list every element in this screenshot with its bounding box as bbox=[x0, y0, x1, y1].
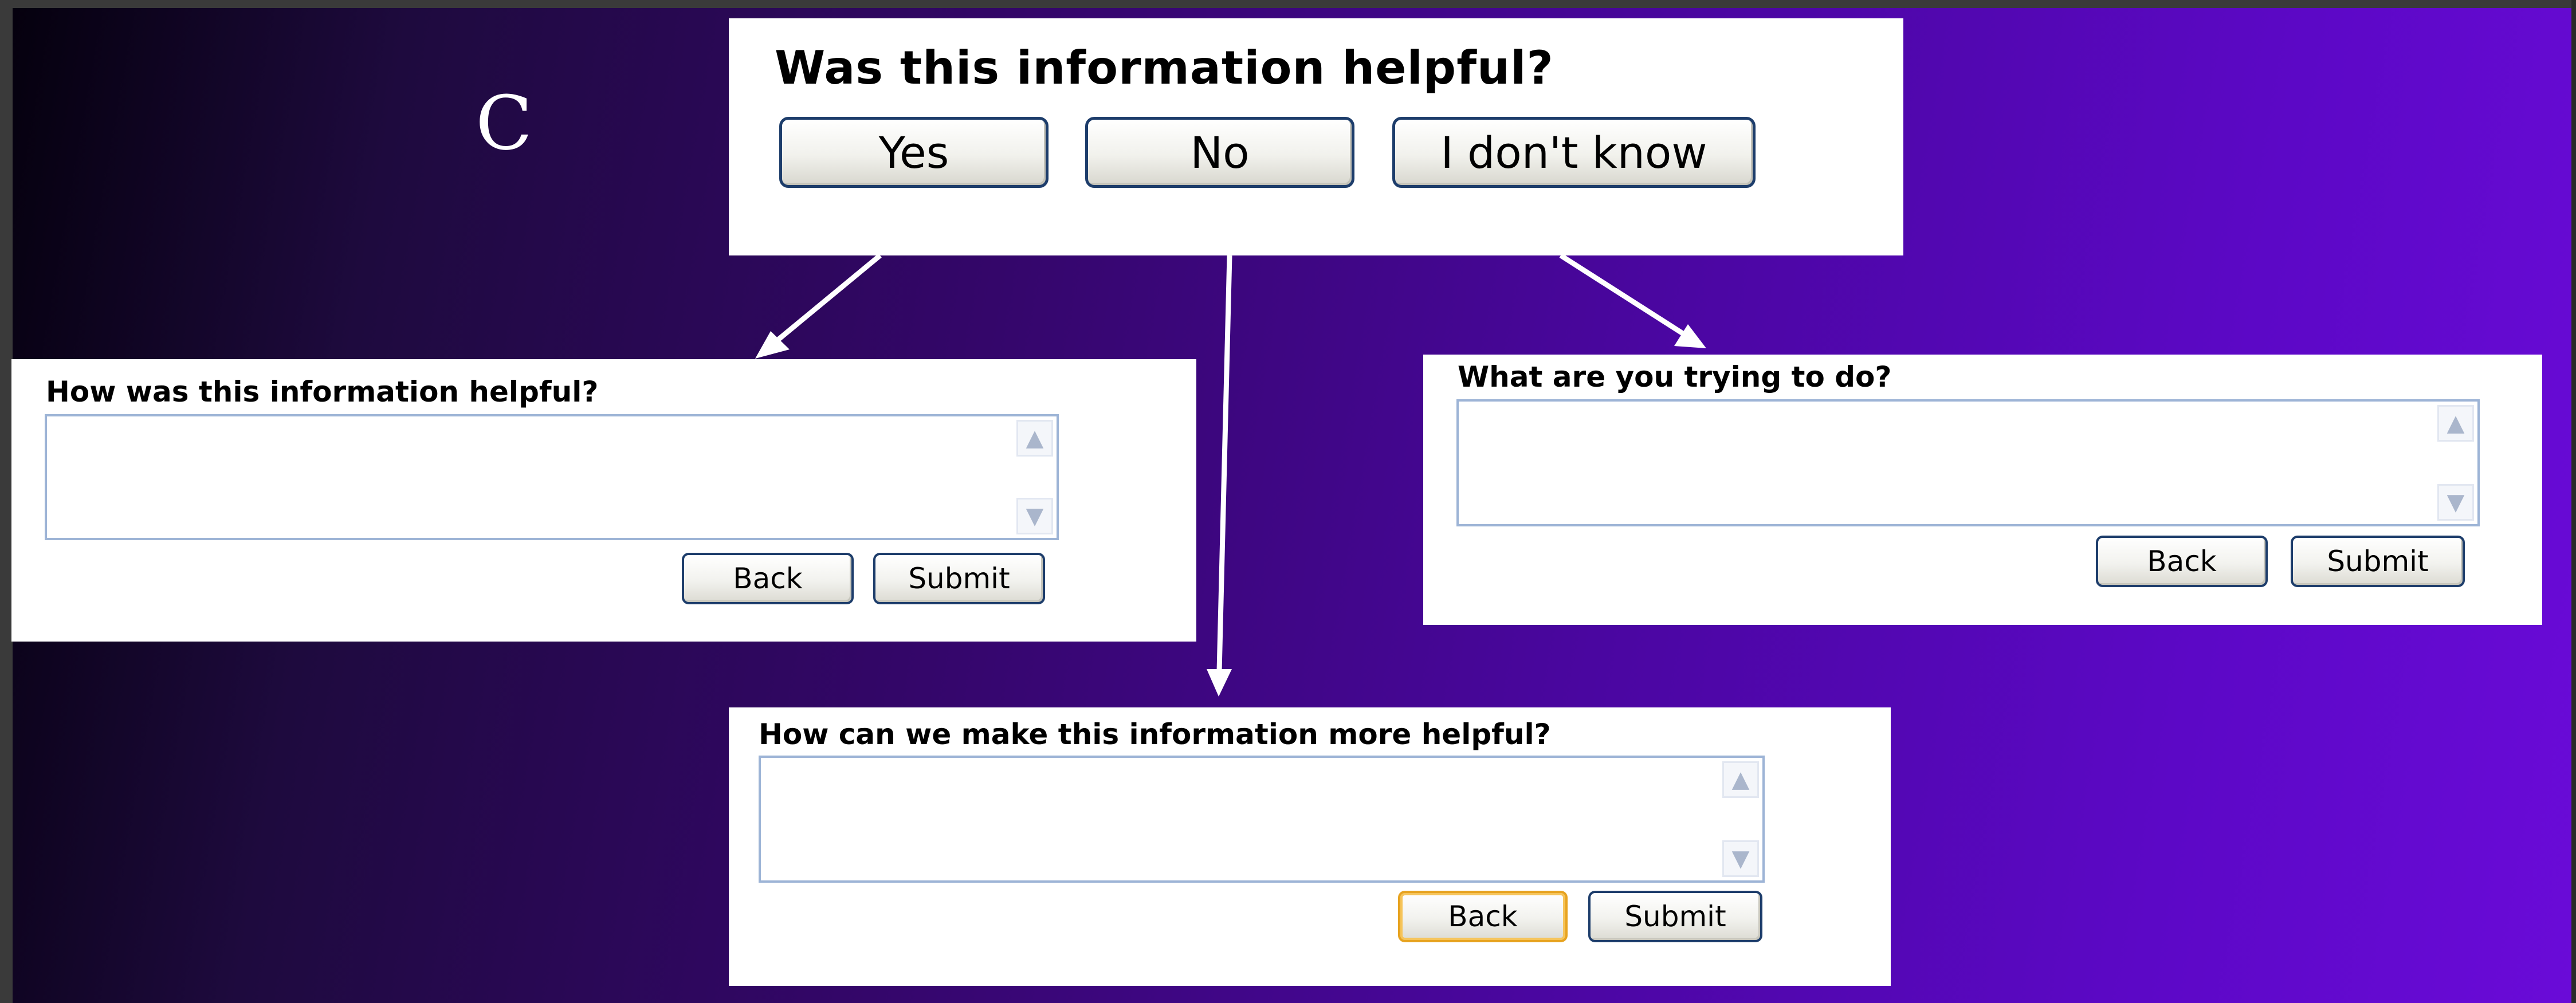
scroll-up-arrow-icon[interactable]: ▲ bbox=[1722, 761, 1759, 798]
no-followup-panel: How can we make this information more he… bbox=[729, 707, 1891, 986]
no-followup-prompt: How can we make this information more he… bbox=[759, 718, 1551, 751]
flow-arrow-icon bbox=[1674, 324, 1706, 348]
textarea-scrollbar[interactable]: ▲ ▼ bbox=[2437, 405, 2474, 521]
yes-followup-textarea[interactable]: ▲ ▼ bbox=[45, 414, 1059, 540]
idk-followup-prompt: What are you trying to do? bbox=[1458, 360, 1892, 394]
scroll-down-arrow-icon[interactable]: ▼ bbox=[1016, 498, 1053, 534]
yes-button[interactable]: Yes bbox=[779, 117, 1049, 188]
no-followup-textarea[interactable]: ▲ ▼ bbox=[759, 756, 1765, 883]
idk-back-button[interactable]: Back bbox=[2096, 536, 2268, 587]
idk-followup-panel: What are you trying to do? ▲ ▼ Back Subm… bbox=[1423, 355, 2542, 625]
yes-back-button[interactable]: Back bbox=[682, 553, 854, 604]
i-dont-know-button[interactable]: I don't know bbox=[1392, 117, 1756, 188]
scroll-up-arrow-icon[interactable]: ▲ bbox=[1016, 420, 1053, 457]
frame-right-edge bbox=[2571, 0, 2576, 1003]
feedback-question-panel: Was this information helpful? Yes No I d… bbox=[729, 18, 1903, 255]
idk-followup-textarea[interactable]: ▲ ▼ bbox=[1456, 399, 2480, 526]
scroll-down-arrow-icon[interactable]: ▼ bbox=[1722, 840, 1759, 877]
scroll-down-arrow-icon[interactable]: ▼ bbox=[2437, 484, 2474, 521]
flow-arrow-icon bbox=[773, 253, 882, 345]
flow-arrow-icon bbox=[1216, 255, 1232, 672]
no-button[interactable]: No bbox=[1085, 117, 1354, 188]
flow-arrow-icon bbox=[755, 331, 790, 359]
idk-submit-button[interactable]: Submit bbox=[2291, 536, 2465, 587]
flow-arrow-icon bbox=[1207, 669, 1232, 697]
flow-arrow-icon bbox=[1559, 253, 1686, 337]
no-submit-button[interactable]: Submit bbox=[1588, 891, 1762, 942]
no-back-button[interactable]: Back bbox=[1398, 891, 1568, 942]
frame-top-edge bbox=[0, 0, 2576, 8]
textarea-scrollbar[interactable]: ▲ ▼ bbox=[1722, 761, 1759, 877]
feedback-question: Was this information helpful? bbox=[775, 41, 1554, 95]
yes-followup-prompt: How was this information helpful? bbox=[46, 375, 599, 408]
frame-left-edge bbox=[0, 0, 13, 1003]
textarea-scrollbar[interactable]: ▲ ▼ bbox=[1016, 420, 1053, 534]
yes-followup-panel: How was this information helpful? ▲ ▼ Ba… bbox=[11, 359, 1196, 642]
scroll-up-arrow-icon[interactable]: ▲ bbox=[2437, 405, 2474, 442]
slide-letter: C bbox=[476, 80, 533, 167]
yes-submit-button[interactable]: Submit bbox=[873, 553, 1045, 604]
